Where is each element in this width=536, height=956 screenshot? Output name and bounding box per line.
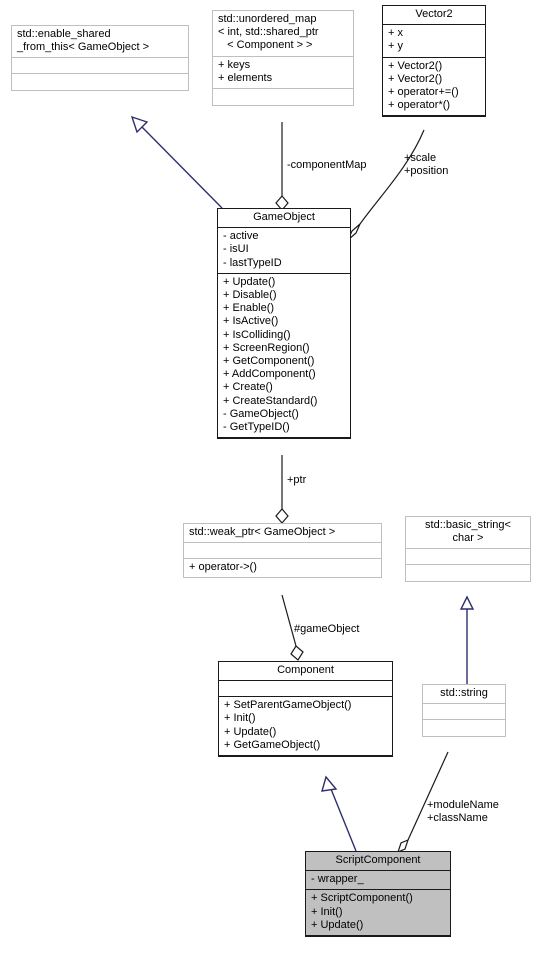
class-box-basic-string[interactable]: std::basic_string< char > xyxy=(405,516,531,583)
class-operations-unordered-map xyxy=(213,89,353,105)
class-attributes-std-string xyxy=(423,704,505,721)
edge-label-game-object: #gameObject xyxy=(294,623,360,635)
edge-scriptcomponent-inherits-component xyxy=(321,775,357,852)
class-box-component[interactable]: Component + SetParentGameObject() + Init… xyxy=(218,661,393,758)
class-box-enable-shared-from-this[interactable]: std::enable_shared _from_this< GameObjec… xyxy=(11,25,189,92)
class-attributes-script-component: - wrapper_ xyxy=(306,871,450,891)
class-operations-game-object: + Update() + Disable() + Enable() + IsAc… xyxy=(218,274,350,439)
class-operations-script-component: + ScriptComponent() + Init() + Update() xyxy=(306,890,450,937)
class-attributes-game-object: - active - isUI - lastTypeID xyxy=(218,228,350,274)
uml-class-diagram: std::enable_shared _from_this< GameObjec… xyxy=(0,0,536,956)
class-attributes-weak-ptr xyxy=(184,543,381,560)
edge-gameobject-inherits-enable-shared xyxy=(130,115,223,209)
class-operations-component: + SetParentGameObject() + Init() + Updat… xyxy=(219,697,392,757)
edge-label-module-class-name: +moduleName +className xyxy=(427,799,499,825)
class-box-vector2[interactable]: Vector2 + x + y + Vector2() + Vector2() … xyxy=(382,5,486,118)
class-operations-vector2: + Vector2() + Vector2() + operator+=() +… xyxy=(383,58,485,117)
class-title-vector2: Vector2 xyxy=(383,6,485,26)
class-box-unordered-map[interactable]: std::unordered_map < int, std::shared_pt… xyxy=(212,10,354,107)
class-operations-basic-string xyxy=(406,565,530,581)
edge-label-scale-position: +scale +position xyxy=(404,152,449,178)
class-title-weak-ptr: std::weak_ptr< GameObject > xyxy=(184,524,381,544)
class-box-game-object[interactable]: GameObject - active - isUI - lastTypeID … xyxy=(217,208,351,440)
class-title-basic-string: std::basic_string< char > xyxy=(406,517,530,550)
class-attributes-component xyxy=(219,681,392,698)
class-title-game-object: GameObject xyxy=(218,209,350,229)
class-box-script-component[interactable]: ScriptComponent - wrapper_ + ScriptCompo… xyxy=(305,851,451,938)
class-attributes-unordered-map: + keys + elements xyxy=(213,57,353,90)
class-attributes-vector2: + x + y xyxy=(383,25,485,58)
class-title-script-component: ScriptComponent xyxy=(306,852,450,872)
class-title-unordered-map: std::unordered_map < int, std::shared_pt… xyxy=(213,11,353,57)
class-title-enable-shared-from-this: std::enable_shared _from_this< GameObjec… xyxy=(12,26,188,59)
class-attributes-basic-string xyxy=(406,549,530,566)
class-operations-enable-shared-from-this xyxy=(12,74,188,90)
edge-vector2-aggregation xyxy=(347,129,425,241)
class-operations-weak-ptr: + operator->() xyxy=(189,561,257,574)
class-box-weak-ptr[interactable]: std::weak_ptr< GameObject > + operator->… xyxy=(183,523,382,579)
edge-stdstring-inherits-basic-string xyxy=(459,595,475,684)
class-title-component: Component xyxy=(219,662,392,682)
class-operations-std-string xyxy=(423,720,505,736)
edge-label-component-map: -componentMap xyxy=(287,159,367,171)
class-title-std-string: std::string xyxy=(423,685,505,705)
edge-ptr-aggregation xyxy=(275,455,289,524)
class-attributes-enable-shared-from-this xyxy=(12,58,188,75)
edge-label-ptr: +ptr xyxy=(287,474,307,486)
class-box-std-string[interactable]: std::string xyxy=(422,684,506,738)
